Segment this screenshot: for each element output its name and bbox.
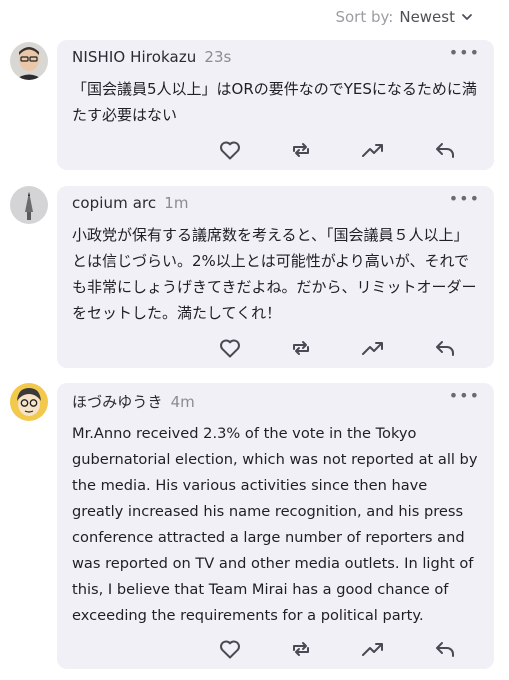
- reply-icon[interactable]: [431, 334, 459, 362]
- reply-icon[interactable]: [431, 635, 459, 663]
- comment-actions: [57, 635, 494, 663]
- avatar[interactable]: [10, 186, 48, 224]
- timestamp: 1m: [164, 194, 189, 212]
- comment-actions: [57, 136, 494, 164]
- sort-value[interactable]: Newest: [399, 8, 455, 26]
- heart-icon[interactable]: [216, 635, 244, 663]
- comment-text: 「国会議員5人以上」はORの要件なのでYESになるために満たす必要はない: [72, 80, 477, 124]
- trending-up-icon[interactable]: [359, 635, 387, 663]
- repost-icon[interactable]: [287, 334, 315, 362]
- heart-icon[interactable]: [216, 334, 244, 362]
- timestamp: 23s: [204, 48, 232, 66]
- sort-control[interactable]: Sort by: Newest: [335, 6, 473, 28]
- more-horizontal-icon[interactable]: •••: [449, 388, 480, 404]
- sort-label: Sort by:: [335, 8, 394, 26]
- timestamp: 4m: [170, 393, 195, 411]
- author-name[interactable]: NISHIO Hirokazu: [72, 48, 196, 66]
- heart-icon[interactable]: [216, 136, 244, 164]
- comment-card: copium arc 1m ••• 小政党が保有する議席数を考えると、「国会議員…: [57, 186, 494, 368]
- author-name[interactable]: copium arc: [72, 194, 156, 212]
- more-horizontal-icon[interactable]: •••: [449, 45, 480, 61]
- trending-up-icon[interactable]: [359, 136, 387, 164]
- comment-card: NISHIO Hirokazu 23s ••• 「国会議員5人以上」はORの要件…: [57, 40, 494, 170]
- comment-actions: [57, 334, 494, 362]
- avatar[interactable]: [10, 383, 48, 421]
- repost-icon[interactable]: [287, 136, 315, 164]
- comment-card: ほづみゆうき 4m ••• Mr.Anno received 2.3% of t…: [57, 383, 494, 669]
- trending-up-icon[interactable]: [359, 334, 387, 362]
- reply-icon[interactable]: [431, 136, 459, 164]
- repost-icon[interactable]: [287, 635, 315, 663]
- author-name[interactable]: ほづみゆうき: [72, 391, 163, 412]
- avatar[interactable]: [10, 42, 48, 80]
- chevron-down-icon[interactable]: [461, 11, 473, 23]
- comment-text: Mr.Anno received 2.3% of the vote in the…: [72, 425, 478, 624]
- more-horizontal-icon[interactable]: •••: [449, 191, 480, 207]
- comment-text: 小政党が保有する議席数を考えると、「国会議員５人以上」とは信じづらい。2%以上と…: [72, 226, 477, 322]
